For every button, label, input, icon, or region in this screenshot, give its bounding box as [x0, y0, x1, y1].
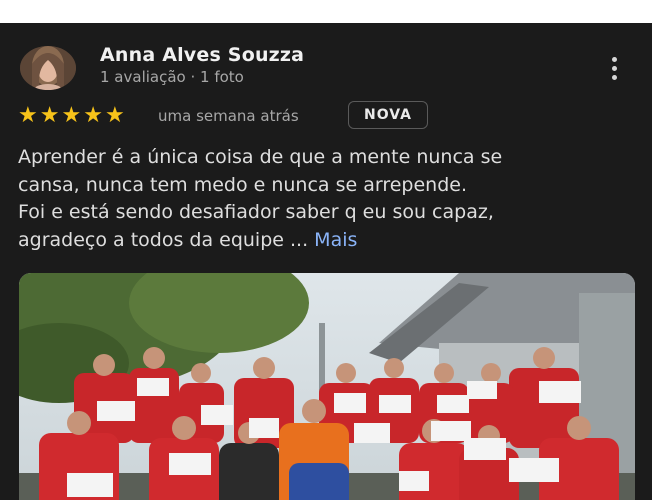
author-name[interactable]: Anna Alves Souzza [100, 44, 304, 66]
star-icon: ★ [104, 103, 125, 128]
review-text-line: agradeço a todos da equipe ... [18, 228, 309, 251]
review-text-line: Aprender é a única coisa de que a mente … [18, 146, 503, 168]
author-avatar[interactable] [20, 46, 76, 90]
review-text: Aprender é a única coisa de que a mente … [18, 144, 628, 254]
review-card: Anna Alves Souzza 1 avaliação · 1 foto ★… [0, 23, 652, 500]
rating-stars: ★ ★ ★ ★ ★ [18, 105, 125, 127]
more-options-button[interactable] [600, 53, 628, 83]
star-icon: ★ [83, 103, 103, 128]
more-vert-icon-dot [611, 65, 617, 71]
author-meta: 1 avaliação · 1 foto [100, 68, 244, 86]
more-vert-icon-dot [611, 74, 617, 80]
more-vert-icon [611, 56, 617, 62]
new-badge: NOVA [348, 101, 428, 129]
review-text-line: cansa, nunca tem medo e nunca se arrepen… [18, 173, 468, 196]
review-text-last-line: agradeço a todos da equipe ... Mais [18, 227, 628, 255]
avatar-photo [20, 46, 76, 90]
more-link[interactable]: Mais [314, 229, 357, 251]
review-photo[interactable] [19, 273, 635, 500]
star-icon: ★ [61, 103, 82, 128]
star-icon: ★ [39, 103, 60, 128]
review-time: uma semana atrás [158, 107, 299, 125]
review-text-line: Foi e está sendo desafiador saber q eu s… [18, 201, 494, 223]
star-icon: ★ [18, 103, 38, 128]
group-photo-image [19, 273, 635, 500]
